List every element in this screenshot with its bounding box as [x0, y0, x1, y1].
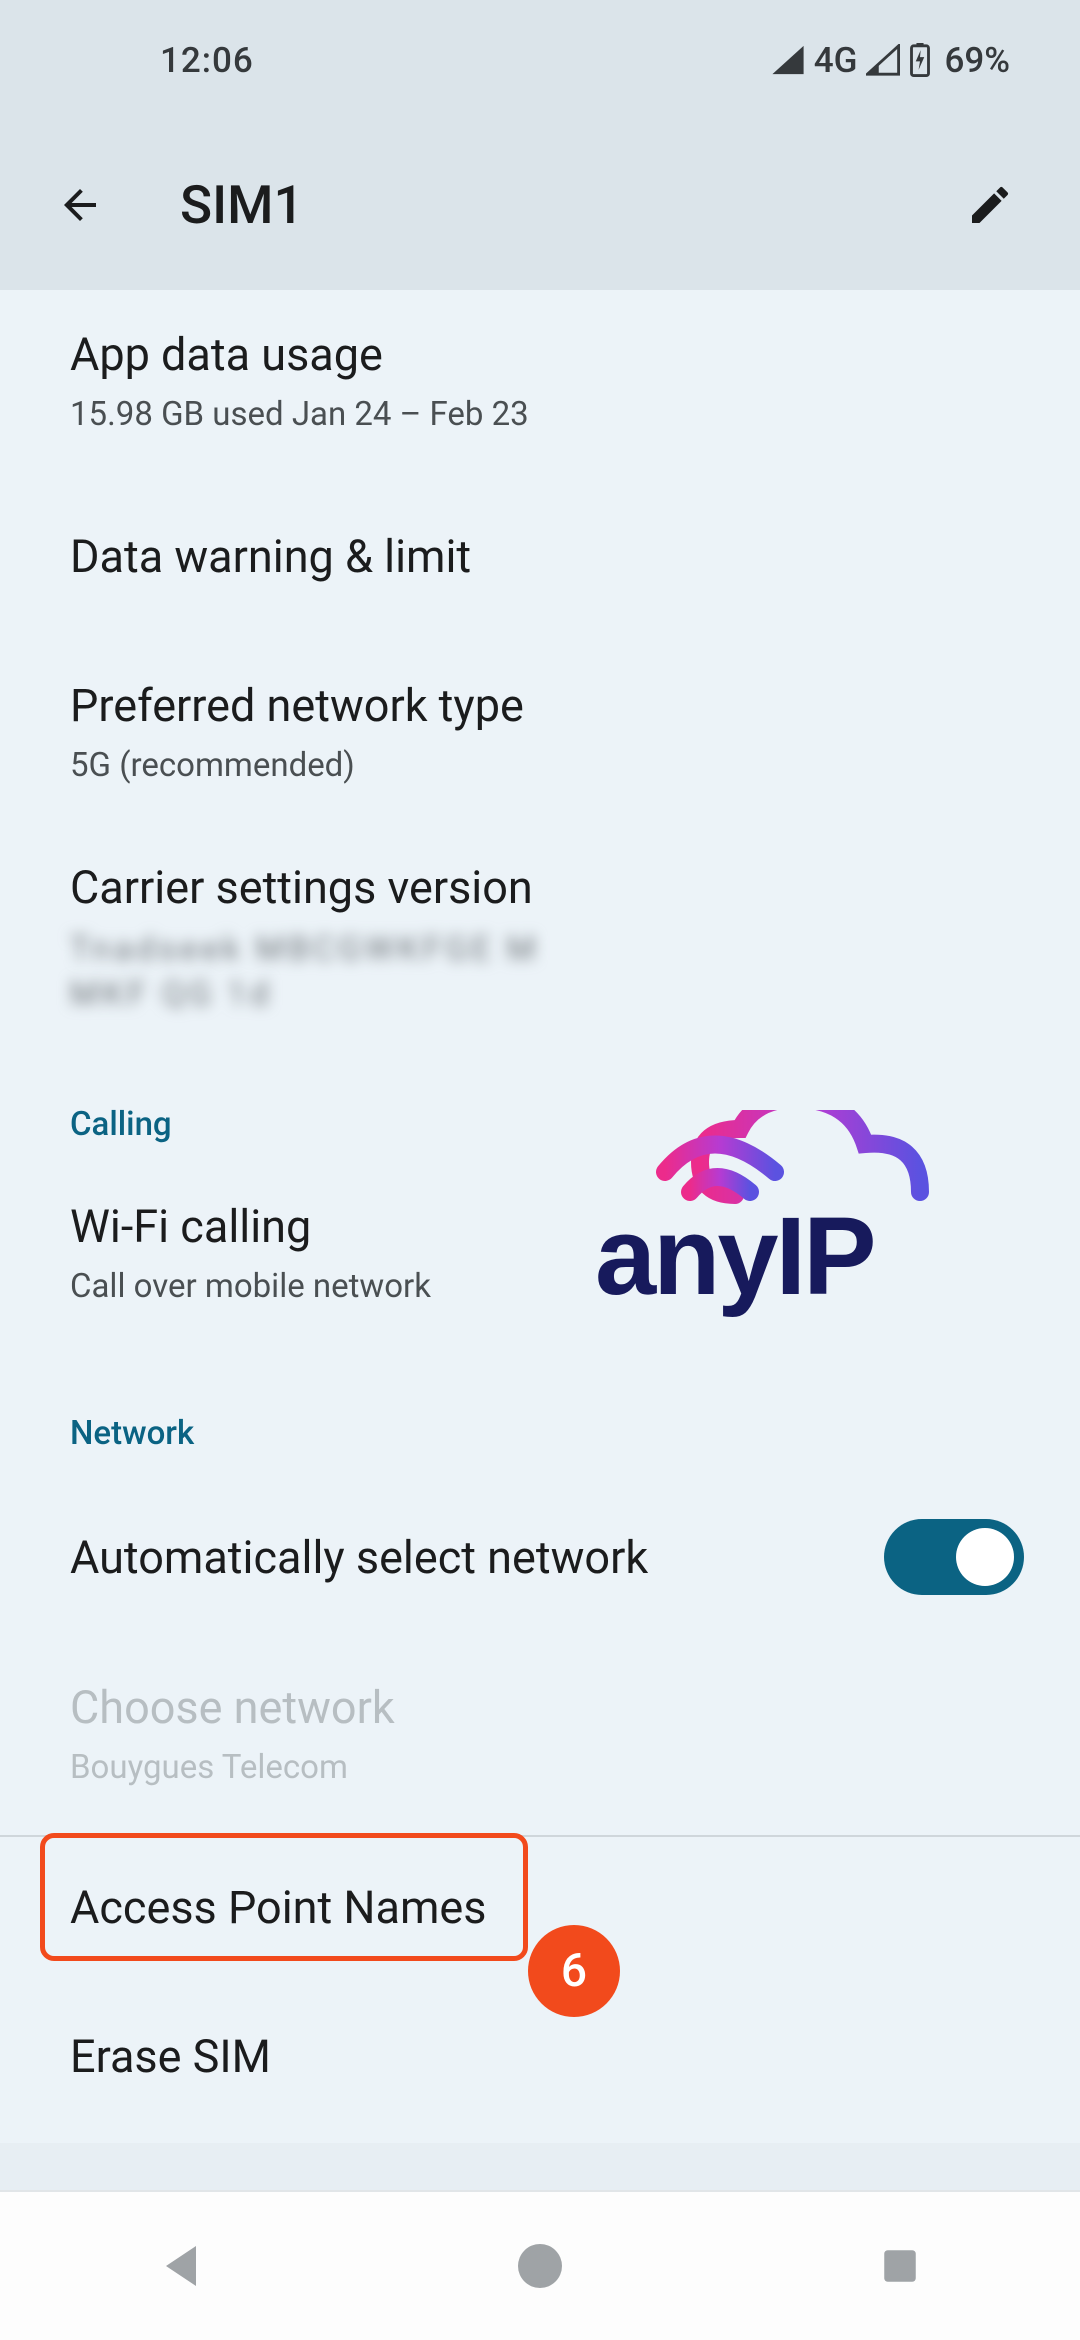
setting-subtitle: 15.98 GB used Jan 24 – Feb 23 [70, 395, 1010, 434]
nav-back-button[interactable] [150, 2236, 210, 2296]
setting-auto-select-network[interactable]: Automatically select network [0, 1471, 1080, 1643]
status-bar: 12:06 4G 69% [0, 0, 1080, 120]
setting-title: Automatically select network [70, 1531, 884, 1584]
battery-percent: 69% [944, 40, 1010, 81]
signal-full-icon [771, 44, 805, 76]
setting-subtitle: Bouygues Telecom [70, 1748, 1010, 1787]
section-header-network: Network [0, 1344, 1080, 1471]
toggle-auto-select-network[interactable] [884, 1519, 1024, 1595]
setting-title: Carrier settings version [70, 861, 1010, 914]
setting-title: Erase SIM [70, 2030, 1010, 2083]
circle-icon [516, 2242, 564, 2290]
battery-charging-icon [909, 43, 931, 77]
setting-title: Access Point Names [70, 1881, 1010, 1934]
setting-choose-network: Choose network Bouygues Telecom [0, 1643, 1080, 1825]
pencil-icon [966, 181, 1014, 229]
setting-data-warning-limit[interactable]: Data warning & limit [0, 472, 1080, 641]
setting-subtitle-redacted: Tnadseek MBCGWKFGE M MKF QG 1d [70, 928, 1010, 1017]
square-icon [879, 2245, 921, 2287]
watermark-text: anyIP [595, 1202, 975, 1312]
signal-weak-icon [866, 44, 900, 76]
network-type-label: 4G [814, 40, 858, 81]
page-title: SIM1 [180, 174, 304, 236]
setting-title: Data warning & limit [70, 530, 1010, 583]
navigation-bar [0, 2190, 1080, 2340]
watermark-anyip-logo: anyIP [595, 1110, 975, 1312]
setting-carrier-settings-version[interactable]: Carrier settings version Tnadseek MBCGWK… [0, 823, 1080, 1055]
nav-recents-button[interactable] [870, 2236, 930, 2296]
setting-title: Preferred network type [70, 679, 1010, 732]
setting-subtitle: 5G (recommended) [70, 746, 1010, 785]
app-bar: SIM1 [0, 120, 1080, 290]
annotation-step-badge: 6 [528, 1925, 620, 2017]
setting-preferred-network-type[interactable]: Preferred network type 5G (recommended) [0, 641, 1080, 823]
setting-title: Choose network [70, 1681, 1010, 1734]
toggle-knob [956, 1528, 1014, 1586]
triangle-left-icon [159, 2242, 201, 2290]
nav-home-button[interactable] [510, 2236, 570, 2296]
setting-app-data-usage[interactable]: App data usage 15.98 GB used Jan 24 – Fe… [0, 290, 1080, 472]
edit-button[interactable] [950, 165, 1030, 245]
arrow-left-icon [56, 181, 104, 229]
setting-title: App data usage [70, 328, 1010, 381]
clock-text: 12:06 [160, 40, 254, 81]
back-button[interactable] [40, 165, 120, 245]
